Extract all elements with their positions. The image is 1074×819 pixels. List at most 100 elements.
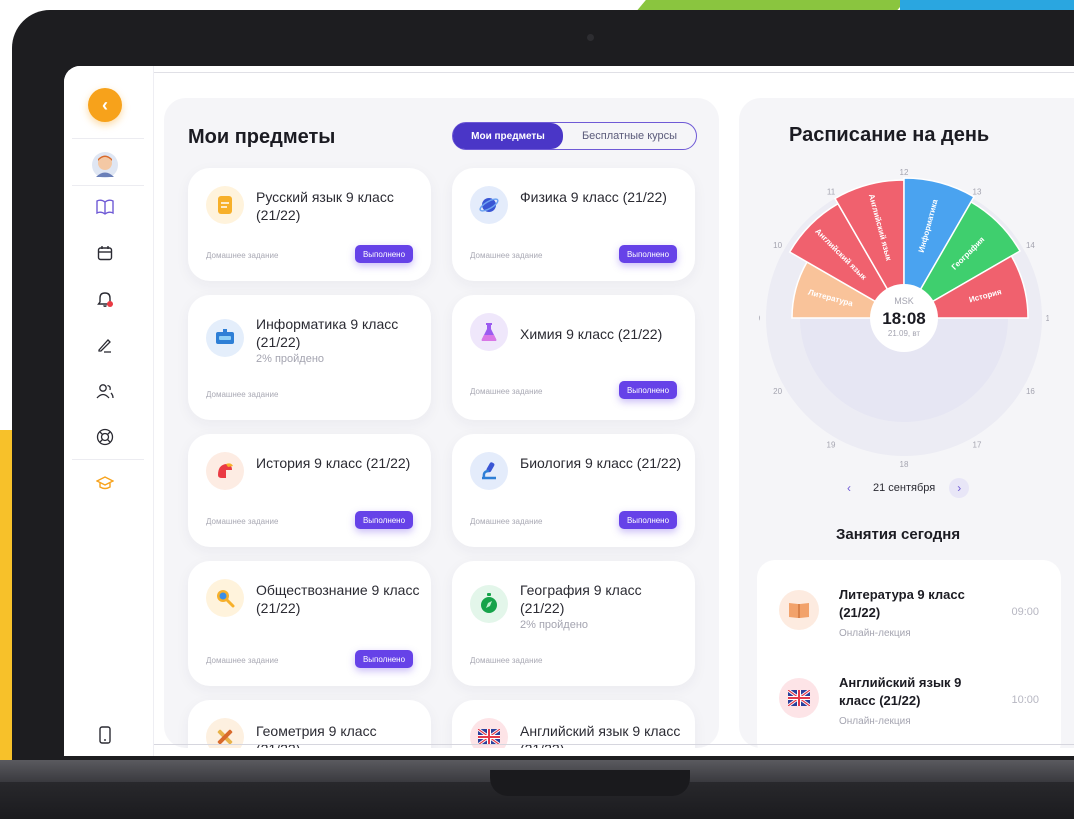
current-day-label: 21 сентября <box>873 482 936 494</box>
subject-card-biology[interactable]: Биология 9 класс (21/22) Домашнее задани… <box>452 434 695 547</box>
prev-day-button[interactable]: ‹ <box>839 478 859 498</box>
sidebar-item-calendar[interactable] <box>86 234 124 272</box>
uk-flag-icon <box>779 678 819 718</box>
progress-label: 2% пройдено <box>256 353 325 365</box>
card-title: Обществознание 9 класс (21/22) <box>256 582 420 616</box>
today-lessons-list: Литература 9 класс (21/22) Онлайн-лекция… <box>757 560 1061 748</box>
card-title: Химия 9 класс (21/22) <box>520 326 663 342</box>
app-screen: ‹ Мои предметы Мои предметы Бесплатные к… <box>64 66 1074 756</box>
subject-card-chemistry[interactable]: Химия 9 класс (21/22) Выполнено Домашнее… <box>452 295 695 420</box>
progress-label: 2% пройдено <box>520 619 589 631</box>
tab-free-courses[interactable]: Бесплатные курсы <box>563 123 696 149</box>
card-title: Биология 9 класс (21/22) <box>520 455 682 471</box>
hour-label: 18 <box>900 460 909 468</box>
status-badge[interactable]: Выполнено <box>355 650 413 668</box>
status-badge[interactable]: Выполнено <box>355 511 413 529</box>
lesson-time: 09:00 <box>1011 606 1039 618</box>
clock-zone: MSK <box>894 296 914 306</box>
hour-label: 19 <box>827 440 836 449</box>
status-badge[interactable]: Выполнено <box>355 245 413 263</box>
subject-card-physics[interactable]: Физика 9 класс (21/22) Домашнее задание … <box>452 168 695 281</box>
card-title: Русский язык 9 класс (21/22) <box>256 189 394 223</box>
sidebar-item-notifications[interactable] <box>86 280 124 318</box>
subjects-toggle: Мои предметы Бесплатные курсы <box>452 122 697 150</box>
hour-label: 11 <box>827 188 836 197</box>
subject-card-geography[interactable]: География 9 класс (21/22) 2% пройдено До… <box>452 561 695 686</box>
lesson-type: Онлайн-лекция <box>839 716 911 727</box>
sidebar-divider <box>72 185 144 186</box>
document-icon <box>206 186 244 224</box>
sidebar-item-homework[interactable] <box>86 326 124 364</box>
hour-label: 9 <box>759 314 761 323</box>
book-icon <box>779 590 819 630</box>
users-icon <box>96 384 114 399</box>
sidebar-item-support[interactable] <box>86 418 124 456</box>
schedule-dial: ЛитератураАнглийский языкАнглийский язык… <box>759 168 1049 468</box>
hour-label: 12 <box>900 168 909 177</box>
hour-label: 16 <box>1026 387 1035 396</box>
clock-time: 18:08 <box>882 309 925 328</box>
graduation-cap-icon <box>96 476 114 490</box>
schedule-panel: Расписание на день Литература Английский … <box>739 98 1074 748</box>
day-navigator: ‹ 21 сентября › <box>839 478 970 498</box>
sidebar-divider <box>72 459 144 460</box>
card-title: Физика 9 класс (21/22) <box>520 189 667 205</box>
helmet-icon <box>206 452 244 490</box>
subject-card-geometry[interactable]: Геометрия 9 класс (21/22) <box>188 700 431 748</box>
sidebar-item-mobile-app[interactable] <box>86 716 124 754</box>
lesson-title: Английский язык 9 класс (21/22) <box>839 675 962 708</box>
page-title: Мои предметы <box>188 126 336 148</box>
sidebar-item-community[interactable] <box>86 372 124 410</box>
clock-date: 21.09, вт <box>888 329 921 338</box>
lifebuoy-icon <box>96 428 114 446</box>
chevron-left-icon: ‹ <box>102 94 108 115</box>
sidebar-divider <box>72 138 144 139</box>
lesson-title: Литература 9 класс (21/22) <box>839 587 965 620</box>
calendar-icon <box>97 246 113 261</box>
sidebar: ‹ <box>64 66 154 756</box>
subject-card-english[interactable]: Английский язык 9 класс (21/22) <box>452 700 695 748</box>
card-title: География 9 класс (21/22) <box>520 582 642 616</box>
subject-card-informatics[interactable]: Информатика 9 класс (21/22) 2% пройдено … <box>188 295 431 420</box>
planet-icon <box>470 186 508 224</box>
pencil-icon <box>98 339 111 353</box>
top-divider <box>154 72 1074 73</box>
homework-label: Домашнее задание <box>470 251 543 260</box>
subject-card-social-studies[interactable]: Обществознание 9 класс (21/22) Домашнее … <box>188 561 431 686</box>
back-button[interactable]: ‹ <box>88 88 122 122</box>
hour-label: 17 <box>973 440 982 449</box>
compass-icon <box>470 585 508 623</box>
subject-card-russian[interactable]: Русский язык 9 класс (21/22) Домашнее за… <box>188 168 431 281</box>
microscope-icon <box>470 452 508 490</box>
subject-card-history[interactable]: История 9 класс (21/22) Домашнее задание… <box>188 434 431 547</box>
chevron-left-icon: ‹ <box>847 481 851 495</box>
status-badge[interactable]: Выполнено <box>619 245 677 263</box>
laptop-camera <box>587 34 594 41</box>
hour-label: 15 <box>1046 314 1049 323</box>
card-title: Информатика 9 класс (21/22) <box>256 316 399 350</box>
chevron-right-icon: › <box>957 481 962 495</box>
sidebar-item-profile[interactable] <box>86 146 124 184</box>
tab-my-subjects[interactable]: Мои предметы <box>453 123 563 149</box>
sidebar-item-subjects[interactable] <box>86 188 124 226</box>
computer-icon <box>206 319 244 357</box>
hour-label: 20 <box>773 387 782 396</box>
next-day-button[interactable]: › <box>949 478 970 498</box>
lesson-time: 10:00 <box>1011 694 1039 706</box>
bottom-divider <box>154 744 1074 745</box>
hour-label: 13 <box>973 188 982 197</box>
hour-label: 10 <box>773 241 782 250</box>
homework-label: Домашнее задание <box>206 390 279 399</box>
status-badge[interactable]: Выполнено <box>619 511 677 529</box>
magnifier-icon <box>206 579 244 617</box>
smartphone-icon <box>99 726 111 744</box>
status-badge[interactable]: Выполнено <box>619 381 677 399</box>
hour-label: 14 <box>1026 241 1035 250</box>
homework-label: Домашнее задание <box>206 517 279 526</box>
bell-icon <box>97 292 113 307</box>
homework-label: Домашнее задание <box>206 656 279 665</box>
book-open-icon <box>96 199 114 215</box>
sidebar-item-education[interactable] <box>86 464 124 502</box>
homework-label: Домашнее задание <box>470 387 543 396</box>
today-lessons-title: Занятия сегодня <box>836 526 961 543</box>
